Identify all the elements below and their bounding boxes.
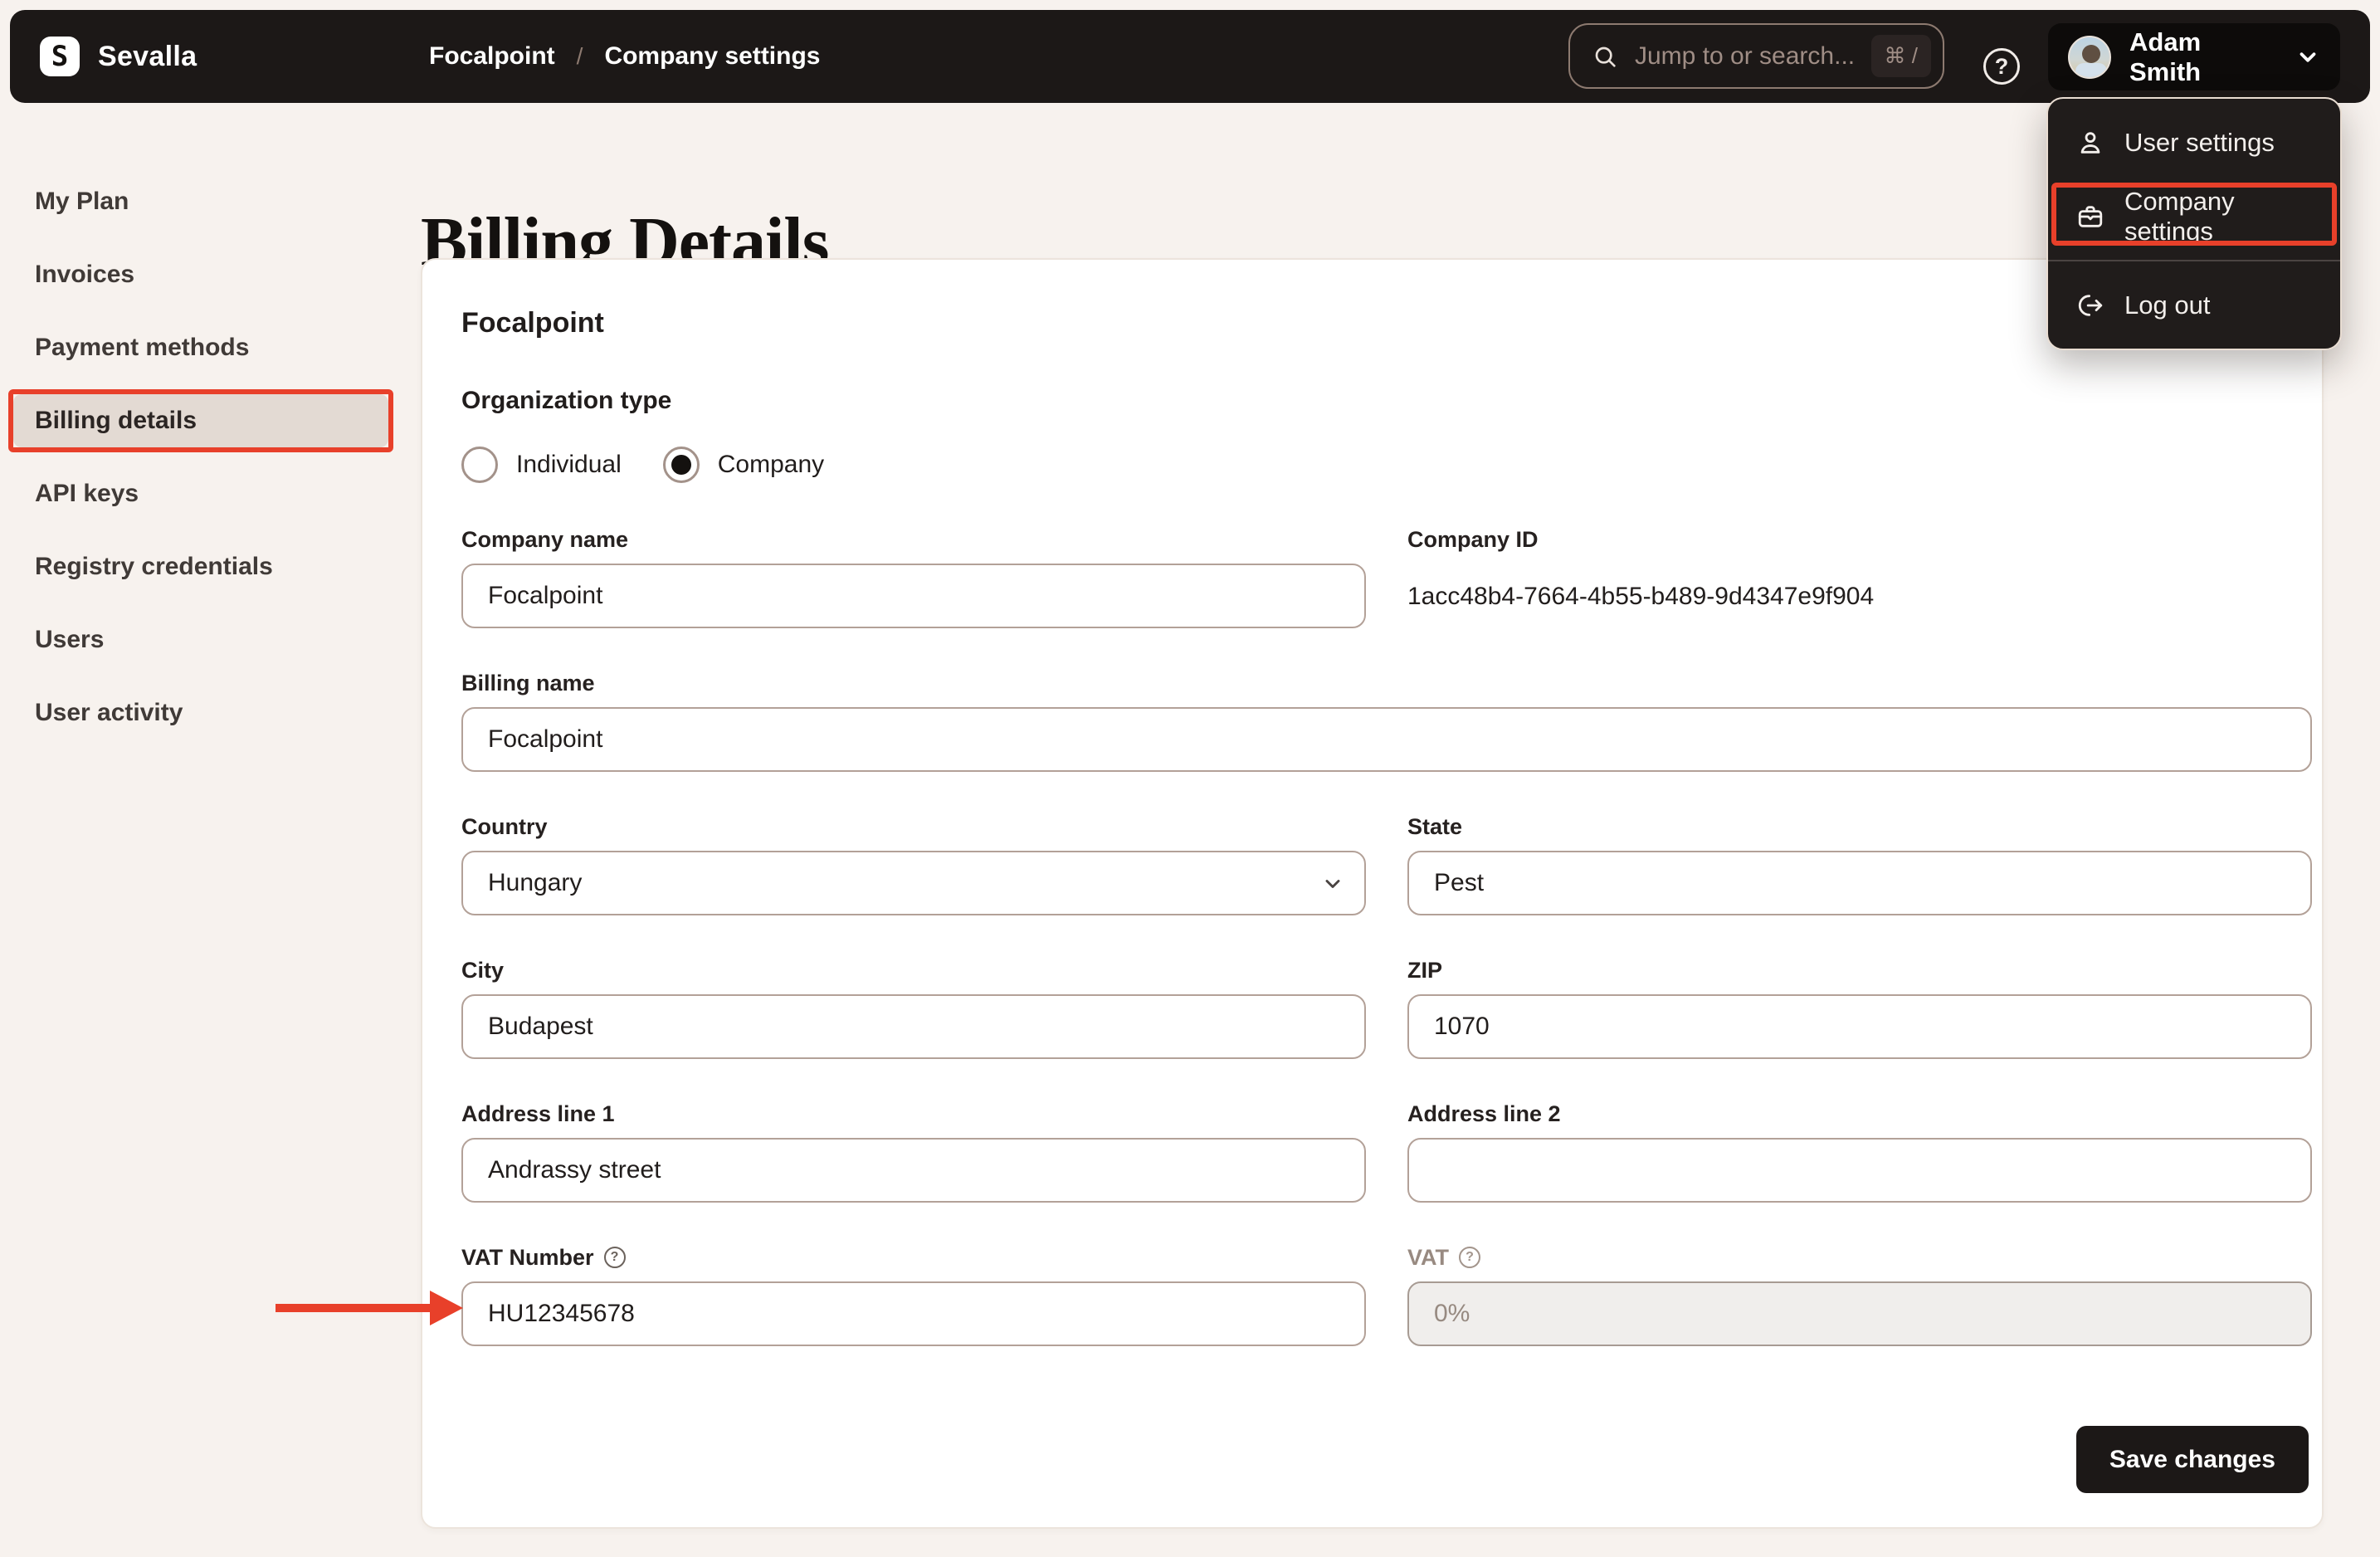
menu-item-log-out[interactable]: Log out: [2048, 268, 2340, 342]
annotation-arrow-line: [276, 1304, 433, 1312]
radio-option-company[interactable]: Company: [662, 447, 825, 483]
address1-label: Address line 1: [461, 1101, 615, 1126]
company-card-title: Focalpoint: [461, 307, 604, 339]
menu-item-label: Log out: [2124, 290, 2211, 320]
state-input[interactable]: [1407, 851, 2312, 915]
user-icon: [2076, 129, 2104, 157]
menu-item-company-settings[interactable]: Company settings: [2048, 179, 2340, 253]
state-field-group: State: [1407, 813, 2312, 915]
sidebar-item-api-keys[interactable]: API keys: [13, 467, 388, 520]
sidebar-item-user-activity[interactable]: User activity: [13, 686, 388, 739]
form-row-address: Address line 1 Address line 2: [461, 1101, 2312, 1203]
organization-type-label: Organization type: [461, 387, 672, 414]
question-icon: ?: [1994, 53, 2009, 79]
user-name: Adam Smith: [2129, 27, 2202, 86]
radio-company[interactable]: [662, 447, 700, 483]
address2-field-group: Address line 2: [1407, 1101, 2312, 1203]
company-id-value: 1acc48b4-7664-4b55-b489-9d4347e9f904: [1407, 583, 1875, 610]
company-id-label: Company ID: [1407, 527, 1539, 552]
sevalla-logo-icon: S: [40, 37, 80, 76]
help-button[interactable]: ?: [1983, 48, 2020, 85]
sidebar-item-my-plan[interactable]: My Plan: [13, 175, 388, 228]
search-shortcut-badge: ⌘ /: [1870, 35, 1931, 77]
menu-divider: [2048, 260, 2340, 261]
form-row-vat: VAT Number ? VAT ?: [461, 1244, 2312, 1346]
form-row-city-zip: City ZIP: [461, 957, 2312, 1059]
card-actions: Save changes: [461, 1426, 2309, 1493]
vat-input: [1407, 1281, 2312, 1346]
menu-item-user-settings[interactable]: User settings: [2048, 105, 2340, 179]
menu-item-label: Company settings: [2124, 186, 2235, 246]
vat-number-label-text: VAT Number: [461, 1245, 594, 1270]
help-circle-icon[interactable]: ?: [1459, 1247, 1480, 1268]
vat-label: VAT ?: [1407, 1244, 2312, 1271]
brand-name: Sevalla: [98, 40, 198, 72]
help-circle-icon[interactable]: ?: [603, 1247, 626, 1268]
chevron-down-icon: [2295, 45, 2320, 70]
breadcrumb-item-company[interactable]: Focalpoint: [429, 42, 555, 71]
annotation-arrow-head: [430, 1291, 463, 1325]
sidebar-item-users[interactable]: Users: [13, 613, 388, 666]
top-bar: S Sevalla Focalpoint / Company settings …: [10, 10, 2370, 103]
country-select-value[interactable]: [461, 851, 1366, 915]
menu-item-label: User settings: [2124, 127, 2275, 157]
billing-name-label: Billing name: [461, 671, 595, 696]
vat-number-label: VAT Number ?: [461, 1244, 1366, 1271]
company-name-input[interactable]: [461, 564, 1366, 628]
save-changes-button[interactable]: Save changes: [2075, 1426, 2309, 1493]
breadcrumb-item-page[interactable]: Company settings: [604, 42, 820, 71]
radio-option-individual[interactable]: Individual: [461, 447, 622, 483]
briefcase-icon: [2076, 203, 2104, 231]
address1-field-group: Address line 1: [461, 1101, 1366, 1203]
radio-individual[interactable]: [461, 447, 498, 483]
logout-icon: [2076, 291, 2104, 320]
form-row-company: Company name Company ID 1acc48b4-7664-4b…: [461, 526, 2309, 628]
country-label: Country: [461, 814, 548, 839]
billing-name-input[interactable]: [461, 707, 2312, 772]
brand[interactable]: S Sevalla: [40, 10, 197, 103]
radio-company-label: Company: [717, 451, 825, 478]
radio-individual-label: Individual: [516, 451, 622, 478]
sidebar-item-billing-details[interactable]: Billing details: [13, 394, 388, 447]
search-icon: [1592, 43, 1618, 70]
user-menu-button[interactable]: Adam Smith: [2048, 23, 2340, 90]
city-field-group: City: [461, 957, 1366, 1059]
city-label: City: [461, 958, 505, 983]
zip-label: ZIP: [1407, 958, 1443, 983]
country-field-group: Country: [461, 813, 1366, 915]
sidebar-item-registry-credentials[interactable]: Registry credentials: [13, 540, 388, 593]
company-id-group: Company ID 1acc48b4-7664-4b55-b489-9d434…: [1407, 526, 2312, 628]
vat-label-text: VAT: [1407, 1245, 1449, 1270]
breadcrumb: Focalpoint / Company settings: [429, 10, 820, 103]
billing-details-card: Focalpoint Organization type Individual …: [421, 258, 2324, 1529]
city-input[interactable]: [461, 994, 1366, 1059]
company-name-field-group: Company name: [461, 526, 1366, 628]
vat-number-input[interactable]: [461, 1281, 1366, 1346]
form-row-billing-name: Billing name: [461, 670, 2312, 772]
organization-type-group: Individual Company: [461, 447, 2309, 483]
form-row-country-state: Country State: [461, 813, 2312, 915]
country-select[interactable]: [461, 851, 1366, 915]
search-input[interactable]: [1633, 41, 1856, 71]
sidebar-item-payment-methods[interactable]: Payment methods: [13, 321, 388, 374]
global-search[interactable]: ⌘ /: [1568, 23, 1944, 89]
zip-field-group: ZIP: [1407, 957, 2312, 1059]
vat-number-field-group: VAT Number ?: [461, 1244, 1366, 1346]
state-label: State: [1407, 814, 1463, 839]
settings-sidebar: My Plan Invoices Payment methods Billing…: [13, 175, 388, 759]
breadcrumb-separator: /: [576, 43, 583, 69]
company-name-label: Company name: [461, 527, 629, 552]
avatar: [2068, 35, 2111, 79]
address2-input[interactable]: [1407, 1138, 2312, 1203]
zip-input[interactable]: [1407, 994, 2312, 1059]
vat-field-group: VAT ?: [1407, 1244, 2312, 1346]
address1-input[interactable]: [461, 1138, 1366, 1203]
user-dropdown-menu: User settings Company settings Log out: [2046, 97, 2342, 350]
billing-name-field-group: Billing name: [461, 670, 2312, 772]
sidebar-item-invoices[interactable]: Invoices: [13, 248, 388, 301]
address2-label: Address line 2: [1407, 1101, 1561, 1126]
